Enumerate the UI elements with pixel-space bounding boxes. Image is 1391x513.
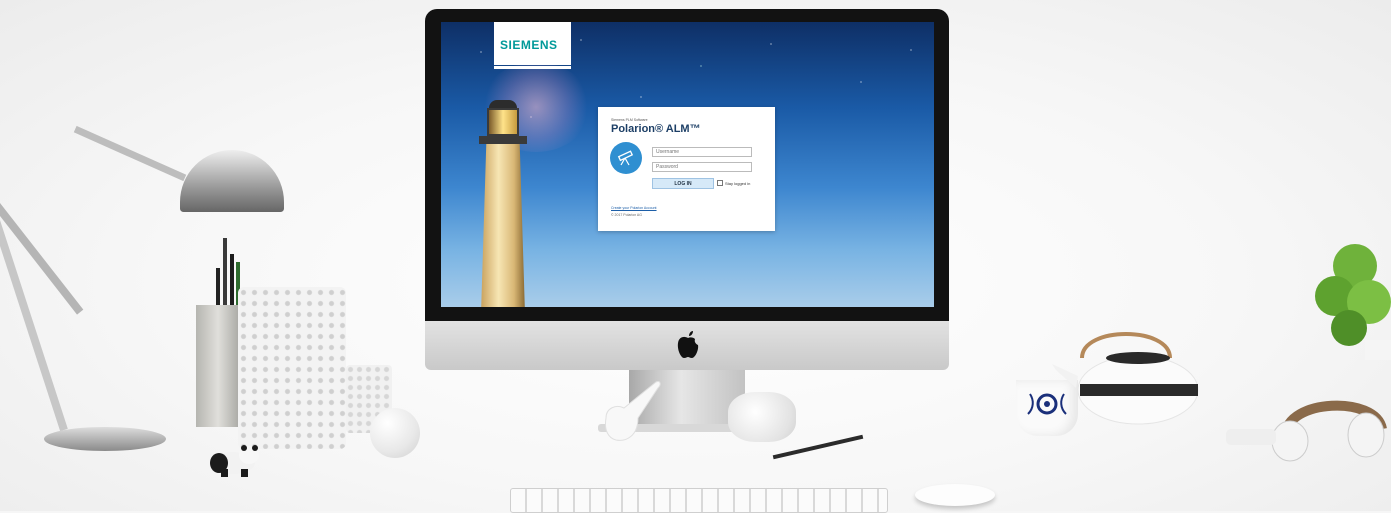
product-title: Polarion® ALM™ — [611, 123, 701, 135]
copyright-text: © 2017 Polarion AG — [611, 213, 642, 217]
headphones — [1226, 400, 1387, 462]
create-account-link[interactable]: Create your Polarion Account — [611, 206, 657, 210]
desk-lamp-base — [44, 427, 166, 451]
keyboard — [510, 488, 888, 513]
stay-logged-in-option[interactable]: Stay logged in — [717, 180, 750, 186]
panda-figurine — [210, 445, 259, 477]
login-screen: SIEMENS Siemens PLM Software Polarion® A… — [441, 22, 934, 307]
perforated-holder — [238, 287, 346, 449]
desk-lamp-head — [180, 150, 284, 212]
crumpled-paper — [728, 392, 796, 442]
password-input[interactable] — [652, 162, 752, 172]
stay-logged-in-label: Stay logged in — [725, 180, 751, 186]
username-input[interactable] — [652, 147, 752, 157]
apple-icon — [677, 331, 699, 358]
lighthouse-image — [475, 100, 531, 307]
ceramic-bird — [605, 381, 661, 441]
lamp-arm — [0, 191, 84, 315]
potted-plant — [1315, 244, 1391, 360]
stay-logged-in-checkbox[interactable] — [717, 180, 723, 186]
siemens-logo: SIEMENS — [500, 38, 558, 52]
white-orb — [370, 408, 420, 458]
vendor-name: Siemens PLM Software — [611, 118, 648, 122]
login-button[interactable]: LOG IN — [652, 178, 714, 189]
siemens-logo-tab: SIEMENS — [494, 22, 571, 69]
stone-cup — [196, 305, 240, 427]
mouse — [915, 484, 995, 506]
lamp-arm — [0, 200, 68, 432]
desk-pencil — [772, 434, 864, 460]
telescope-icon — [610, 142, 642, 174]
lamp-arm — [73, 125, 187, 182]
teapot — [1052, 332, 1199, 425]
login-card: Siemens PLM Software Polarion® ALM™ LOG … — [598, 107, 775, 231]
desk-scene: SIEMENS Siemens PLM Software Polarion® A… — [0, 0, 1391, 513]
